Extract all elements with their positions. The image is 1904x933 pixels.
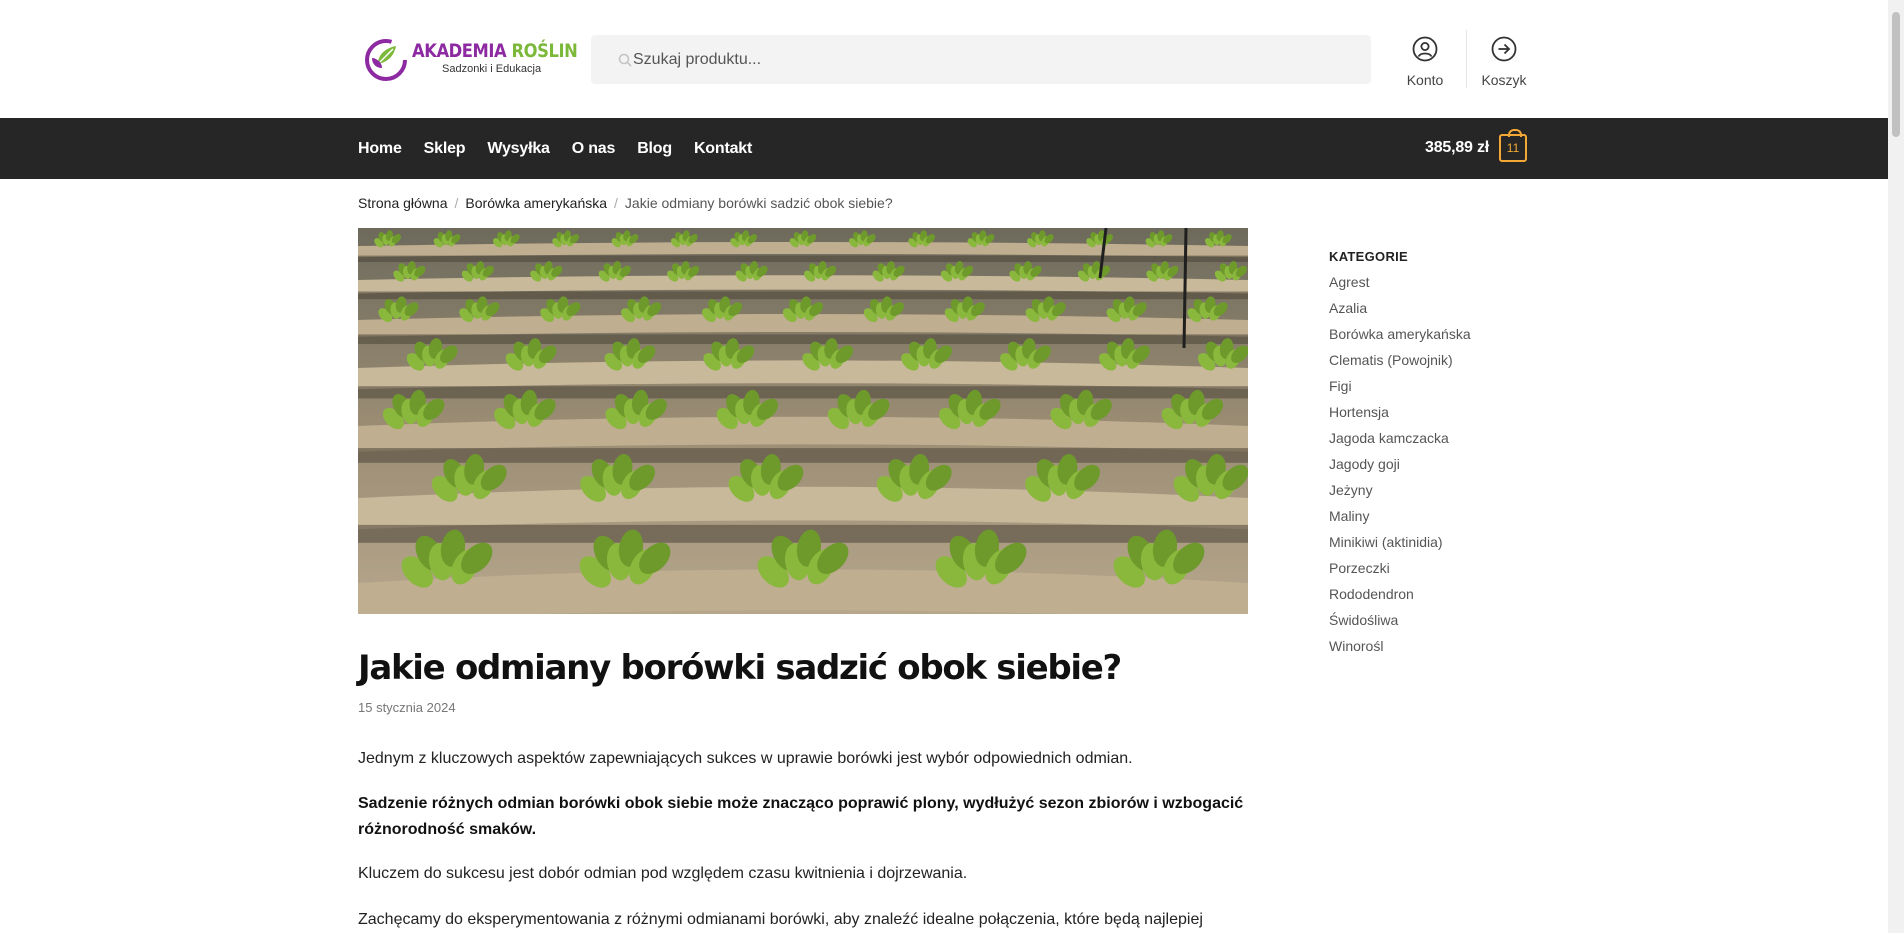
- site-logo[interactable]: AKADEMIA ROŚLIN Sadzonki i Edukacja: [362, 33, 578, 83]
- category-list: Agrest Azalia Borówka amerykańska Clematis …: [1329, 272, 1471, 662]
- nav-item-wysylka[interactable]: Wysyłka: [487, 140, 550, 158]
- article-lead-bold: Sadzenie różnych odmian borówki obok sie…: [358, 795, 1244, 838]
- nav-item-o-nas[interactable]: O nas: [572, 140, 616, 158]
- account-link[interactable]: Konto: [1395, 36, 1455, 88]
- cart-label: Koszyk: [1481, 72, 1527, 88]
- featured-image: [358, 228, 1248, 614]
- shopping-bag-icon: 11: [1499, 129, 1528, 162]
- breadcrumb-current: Jakie odmiany borówki sadzić obok siebie…: [624, 195, 893, 211]
- category-link[interactable]: Winorośl: [1329, 636, 1471, 662]
- primary-menu: Home Sklep Wysyłka O nas Blog Kontakt: [358, 118, 774, 179]
- article-paragraph: Kluczem do sukcesu jest dobór odmian pod…: [358, 865, 968, 882]
- mini-cart[interactable]: 385,89 zł 11: [1425, 129, 1528, 165]
- category-link[interactable]: Minikiwi (aktinidia): [1329, 532, 1471, 558]
- article-paragraph: Zachęcamy do eksperymentowania z różnymi…: [358, 911, 1203, 928]
- category-link[interactable]: Agrest: [1329, 272, 1471, 298]
- category-link[interactable]: Świdośliwa: [1329, 610, 1471, 636]
- nav-item-sklep[interactable]: Sklep: [424, 140, 466, 158]
- logo-title: AKADEMIA ROŚLIN: [412, 39, 578, 62]
- article-date: 15 stycznia 2024: [358, 700, 456, 715]
- category-link[interactable]: Jagody goji: [1329, 454, 1471, 480]
- cart-total: 385,89 zł: [1425, 139, 1490, 156]
- category-link[interactable]: Azalia: [1329, 298, 1471, 324]
- category-link[interactable]: Porzeczki: [1329, 558, 1471, 584]
- nav-item-blog[interactable]: Blog: [637, 140, 672, 158]
- article-paragraph: Jednym z kluczowych aspektów zapewniając…: [358, 750, 1133, 767]
- leaf-logo-icon: [362, 34, 410, 82]
- category-link[interactable]: Hortensja: [1329, 402, 1471, 428]
- page-scrollbar[interactable]: [1888, 0, 1904, 933]
- breadcrumb: Strona główna / Borówka amerykańska / Ja…: [358, 195, 893, 211]
- cart-count: 11: [1506, 141, 1520, 155]
- category-link[interactable]: Rododendron: [1329, 584, 1471, 610]
- sidebar-heading: KATEGORIE: [1329, 249, 1409, 264]
- main-navigation-bar: Home Sklep Wysyłka O nas Blog Kontakt 38…: [0, 118, 1888, 179]
- category-link[interactable]: Clematis (Powojnik): [1329, 350, 1471, 376]
- product-search[interactable]: [591, 35, 1371, 84]
- scrollbar-thumb[interactable]: [1892, 12, 1900, 137]
- logo-subtitle: Sadzonki i Edukacja: [442, 62, 542, 75]
- nav-item-kontakt[interactable]: Kontakt: [694, 140, 752, 158]
- cart-link[interactable]: Koszyk: [1474, 36, 1534, 88]
- user-circle-icon: [1412, 36, 1438, 65]
- category-sidebar: KATEGORIE Agrest Azalia Borówka amerykańsk…: [1329, 249, 1471, 662]
- breadcrumb-category[interactable]: Borówka amerykańska: [465, 195, 607, 211]
- header-divider: [1466, 30, 1467, 88]
- category-link[interactable]: Borówka amerykańska: [1329, 324, 1471, 350]
- site-header: AKADEMIA ROŚLIN Sadzonki i Edukacja Kont…: [0, 0, 1888, 118]
- arrow-circle-right-icon: [1491, 36, 1517, 65]
- breadcrumb-home[interactable]: Strona główna: [358, 195, 448, 211]
- nav-item-home[interactable]: Home: [358, 140, 402, 158]
- article-title: Jakie odmiany borówki sadzić obok siebie…: [358, 648, 1122, 688]
- category-link[interactable]: Jeżyny: [1329, 480, 1471, 506]
- category-link[interactable]: Maliny: [1329, 506, 1471, 532]
- search-input[interactable]: [633, 35, 1333, 84]
- category-link[interactable]: Figi: [1329, 376, 1471, 402]
- account-label: Konto: [1406, 72, 1444, 88]
- category-link[interactable]: Jagoda kamczacka: [1329, 428, 1471, 454]
